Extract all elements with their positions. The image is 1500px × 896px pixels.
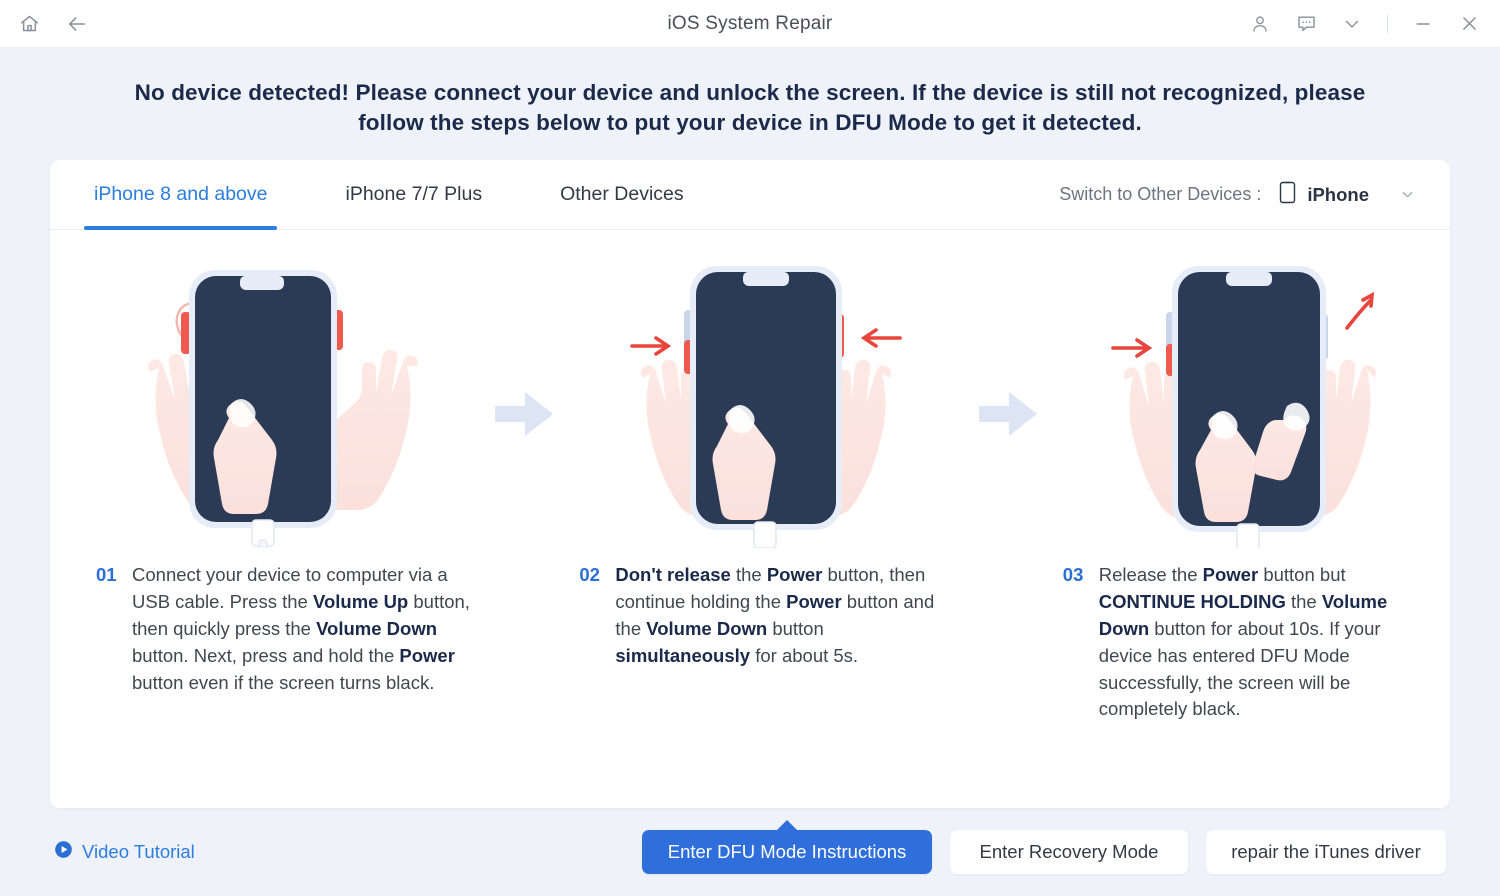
message-bubble-icon[interactable]: [1293, 11, 1319, 37]
step-arrow-2: [967, 248, 1049, 440]
chevron-down-icon[interactable]: [1399, 186, 1416, 203]
step-01-number: 01: [96, 564, 117, 586]
tab-other-devices[interactable]: Other Devices: [550, 160, 694, 229]
device-tabs: iPhone 8 and above iPhone 7/7 Plus Other…: [84, 160, 694, 231]
step-03: 03 Release the Power button but CONTINUE…: [1049, 248, 1450, 723]
page-headline: No device detected! Please connect your …: [100, 78, 1400, 137]
tab-bar: iPhone 8 and above iPhone 7/7 Plus Other…: [50, 160, 1450, 231]
step-03-number: 03: [1062, 564, 1084, 586]
step-01: 01 Connect your device to computer via a…: [82, 248, 483, 696]
step-03-description: Release the Power button but CONTINUE HO…: [1098, 564, 1388, 720]
device-switcher: Switch to Other Devices : iPhone: [1059, 181, 1416, 209]
step-arrow-1: [483, 248, 565, 440]
dfu-steps: 01 Connect your device to computer via a…: [50, 230, 1450, 808]
step-02: 02 Don't release the Power button, then …: [565, 248, 966, 669]
step-01-text-block: 01 Connect your device to computer via a…: [82, 562, 483, 696]
title-bar-left-controls: [16, 11, 90, 37]
device-switcher-label: Switch to Other Devices :: [1059, 184, 1262, 205]
chevron-down-icon[interactable]: [1339, 11, 1365, 37]
title-bar-right-controls: [1247, 11, 1482, 37]
step-03-illustration: [1099, 248, 1399, 549]
account-icon[interactable]: [1247, 11, 1273, 37]
enter-dfu-mode-instructions-button[interactable]: Enter DFU Mode Instructions: [642, 830, 932, 875]
step-01-description: Connect your device to computer via a US…: [132, 564, 470, 693]
tab-iphone-7-7-plus[interactable]: iPhone 7/7 Plus: [335, 160, 492, 229]
app-window: iOS System Repair No device detected! Pl…: [0, 0, 1500, 896]
repair-itunes-driver-button[interactable]: repair the iTunes driver: [1206, 830, 1446, 875]
titlebar-divider: [1387, 14, 1388, 33]
device-switcher-select[interactable]: iPhone: [1279, 181, 1369, 209]
title-bar: iOS System Repair: [0, 0, 1500, 48]
step-03-text-block: 03 Release the Power button but CONTINUE…: [1049, 562, 1450, 723]
video-tutorial-link[interactable]: Video Tutorial: [54, 840, 195, 864]
step-02-text-block: 02 Don't release the Power button, then …: [565, 562, 966, 669]
close-icon[interactable]: [1456, 11, 1482, 37]
selected-device-label: iPhone: [1307, 183, 1369, 205]
back-arrow-icon[interactable]: [64, 11, 90, 37]
minimize-icon[interactable]: [1410, 11, 1436, 37]
step-02-illustration: [616, 248, 916, 549]
bottom-action-buttons: Enter DFU Mode Instructions Enter Recove…: [642, 830, 1446, 875]
step-01-illustration: [133, 248, 433, 549]
home-icon[interactable]: [16, 11, 42, 37]
step-02-number: 02: [579, 564, 600, 586]
play-icon: [54, 840, 73, 864]
headline-line-1: No device detected! Please connect your …: [134, 80, 1366, 105]
bottom-bar: Video Tutorial Enter DFU Mode Instructio…: [0, 808, 1500, 896]
phone-icon: [1279, 181, 1296, 209]
headline-line-2: follow the steps below to put your devic…: [358, 109, 1142, 135]
video-tutorial-label: Video Tutorial: [82, 841, 195, 863]
instructions-card: iPhone 8 and above iPhone 7/7 Plus Other…: [50, 160, 1450, 809]
step-02-description: Don't release the Power button, then con…: [615, 564, 935, 666]
tab-iphone-8-and-above[interactable]: iPhone 8 and above: [84, 160, 278, 231]
enter-recovery-mode-button[interactable]: Enter Recovery Mode: [950, 830, 1188, 875]
